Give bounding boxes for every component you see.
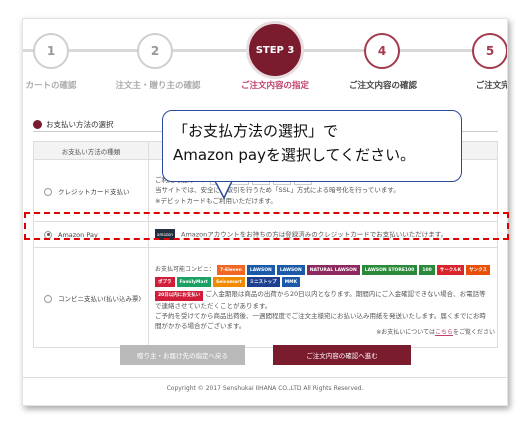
payment-section-heading: お支払い方法の選択: [33, 119, 114, 130]
store-logo: LAWSON: [276, 265, 305, 276]
store-logo: サンクス: [466, 265, 490, 276]
payment-footnote: ※お支払いについてはこちらをご覧ください: [376, 327, 495, 336]
payment-info-link[interactable]: こちら: [435, 329, 453, 336]
step-2-marker: 2: [137, 33, 173, 69]
step-3-marker: STEP 3: [246, 21, 304, 79]
step-1-label: カートの確認: [25, 81, 77, 91]
credit-card-label: クレジットカード支払い: [58, 187, 130, 196]
credit-card-radio[interactable]: [44, 187, 52, 196]
instruction-callout: 「お支払方法の選択」で Amazon payを選択してください。: [162, 110, 462, 182]
store-logo: 7-Eleven: [217, 265, 245, 276]
convenience-store-label: コンビニ支払い(払い込み票): [58, 294, 142, 303]
copyright-text: Copyright © 2017 Senshukai IIHANA CO.,LT…: [166, 385, 364, 392]
convenience-store-radio[interactable]: [44, 294, 52, 303]
back-button[interactable]: 贈り主・お届け先の指定へ戻る: [120, 345, 245, 365]
step-4-label: ご注文内容の確認: [348, 81, 418, 91]
debit-note: ※デビットカードもご利用いただけます。: [155, 196, 277, 205]
store-logo: MMK: [281, 277, 301, 288]
footnote-prefix: ※お支払いについては: [376, 329, 435, 336]
store-list-label: お支払可能コンビニ：: [155, 266, 216, 274]
payment-type-header: お支払い方法の種類: [33, 141, 149, 160]
store-logo: ミニストップ: [246, 277, 280, 288]
bullet-icon: [33, 120, 42, 129]
next-button[interactable]: ご注文内容の確認へ進む: [273, 345, 411, 365]
callout-line-2: Amazon payを選択してください。: [173, 146, 416, 164]
step-3-label: ご注文内容の指定: [240, 81, 310, 91]
deadline-badge: 20日以内にお支払い: [155, 290, 204, 301]
store-logo: サークルK: [436, 265, 465, 276]
payment-section-title: お支払い方法の選択: [46, 120, 114, 129]
deadline-text: ご入金期限は商品の出荷から20日以内となります。期間内にご入金確認できない場合、…: [155, 290, 486, 310]
footer-divider: [23, 377, 507, 378]
option-convenience-store[interactable]: コンビニ支払い(払い込み票): [33, 247, 149, 348]
store-brand-list: お支払可能コンビニ： 7-Eleven LAWSON LAWSON NATURA…: [155, 265, 491, 288]
step-5-marker: 5: [472, 33, 507, 69]
step-4-marker: 4: [364, 33, 400, 69]
footnote-suffix: をご覧ください: [452, 329, 495, 336]
payment-deadline-note: 20日以内にお支払い ご入金期限は商品の出荷から20日以内となります。期間内にご…: [155, 289, 491, 311]
store-logo: FamilyMart: [176, 277, 211, 288]
store-logo: LAWSON STORE100: [361, 265, 418, 276]
store-logo: NATURAL LAWSON: [306, 265, 360, 276]
step-2-label: 注文主・贈り主の確認: [115, 81, 201, 91]
amazon-pay-highlight: [24, 212, 509, 240]
store-logo: LAWSON: [246, 265, 275, 276]
store-logo: ポプラ: [155, 277, 175, 288]
step-5-label: ご注文完了: [475, 81, 507, 91]
store-logo: 100: [419, 265, 435, 276]
step-1-marker: 1: [33, 33, 69, 69]
ssl-note: 当サイトでは、安全にお取引を行うため「SSL」方式による暗号化を行っています。: [155, 186, 400, 195]
store-logo: Seicomart: [212, 277, 245, 288]
callout-line-1: 「お支払方法の選択」で: [173, 122, 339, 140]
